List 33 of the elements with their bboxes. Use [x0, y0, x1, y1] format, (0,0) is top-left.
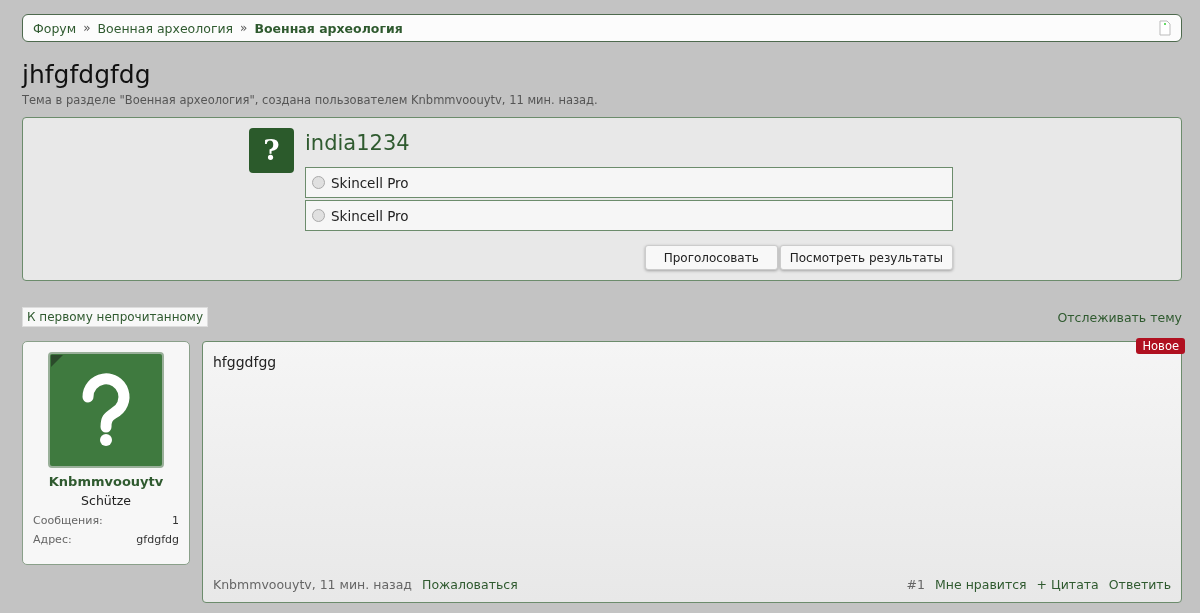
question-icon: ? — [249, 128, 294, 173]
first-unread-link[interactable]: К первому непрочитанному — [22, 307, 208, 327]
avatar-icon[interactable] — [48, 352, 164, 468]
message-text: hfggdfgg — [213, 354, 278, 370]
stat-label: Сообщения: — [33, 514, 103, 527]
breadcrumb-separator: » — [83, 21, 91, 35]
watch-thread-link[interactable]: Отслеживать тему — [1057, 309, 1182, 325]
new-badge: Новое — [1136, 338, 1185, 354]
post-number[interactable]: #1 — [906, 577, 926, 592]
post-action-link[interactable]: + Цитата — [1036, 577, 1099, 592]
report-link[interactable]: Пожаловаться — [422, 577, 518, 592]
poll-option[interactable]: Skincell Pro — [305, 167, 953, 198]
document-icon[interactable] — [1159, 20, 1171, 36]
post-action-link[interactable]: Ответить — [1108, 577, 1171, 592]
poll-button[interactable]: Посмотреть результаты — [779, 245, 953, 270]
poll-option[interactable]: Skincell Pro — [305, 200, 953, 231]
thread-info: Тема в разделе "Военная археология", создана пользователем Knbmmvoouytv, 11 мин. назад. — [22, 93, 599, 107]
breadcrumb-link[interactable]: Военная археология — [97, 20, 234, 36]
breadcrumb-separator: » — [240, 21, 248, 35]
radio-button[interactable] — [312, 209, 325, 222]
post-action-link[interactable]: Мне нравится — [935, 577, 1027, 592]
post-meta: Knbmmvoouytv, 11 мин. назад — [213, 577, 412, 592]
thread-title: jhfgfdgfdg — [22, 60, 152, 89]
poll-button[interactable]: Проголосовать — [644, 245, 778, 270]
radio-button[interactable] — [312, 176, 325, 189]
username[interactable]: Knbmmvoouytv — [48, 474, 164, 489]
poll-question: india1234 — [305, 131, 411, 155]
user-rank: Schütze — [81, 493, 131, 508]
breadcrumb-link[interactable]: Форум — [33, 20, 77, 36]
stat-value: 1 — [172, 514, 179, 527]
breadcrumb-link[interactable]: Военная археология — [254, 20, 403, 36]
stat-value: gfdgfdg — [136, 533, 179, 546]
stat-label: Адрес: — [33, 533, 72, 546]
